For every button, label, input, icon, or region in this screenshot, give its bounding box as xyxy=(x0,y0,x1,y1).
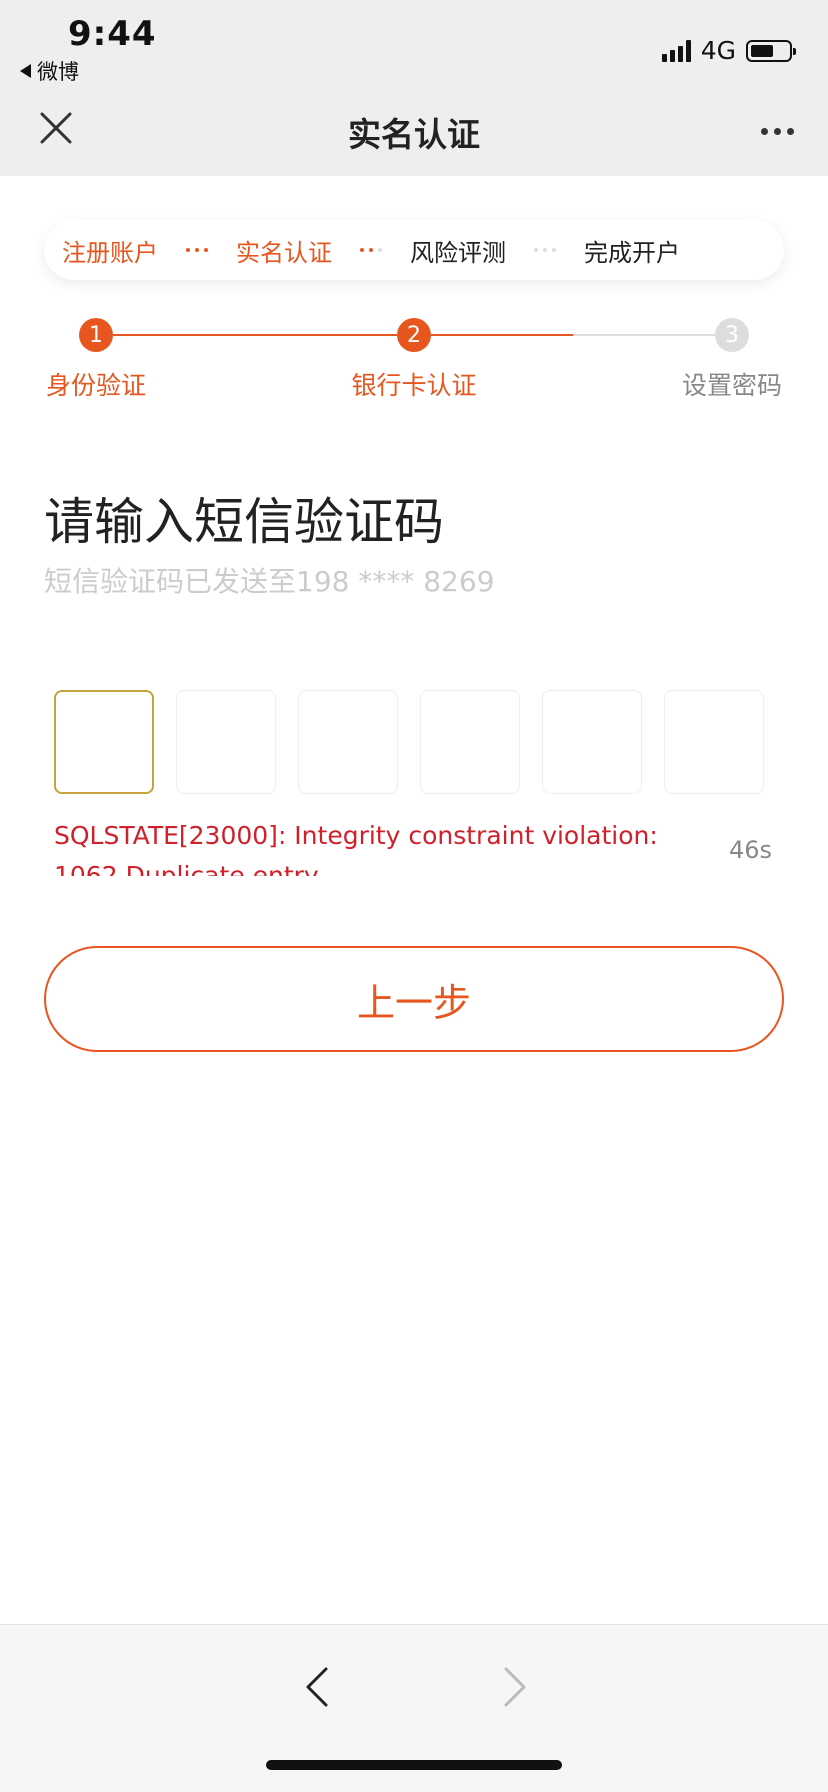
verification-progress: 1 身份验证 2 银行卡认证 3 设置密码 xyxy=(0,310,828,410)
status-indicators: 4G xyxy=(661,36,796,65)
code-digit-box[interactable] xyxy=(664,690,764,794)
code-digit-box[interactable] xyxy=(176,690,276,794)
stage-item: 注册账户 xyxy=(62,238,158,267)
page-heading: 请输入短信验证码 xyxy=(44,493,444,551)
sms-sent-subtitle: 短信验证码已发送至198 **** 8269 xyxy=(44,565,495,598)
browser-forward-button[interactable] xyxy=(496,1657,536,1717)
back-to-app-link[interactable]: 微博 xyxy=(20,56,79,86)
page-title: 实名认证 xyxy=(348,115,480,154)
step-number-badge: 2 xyxy=(397,318,431,352)
stage-separator-dots xyxy=(534,248,556,252)
step-label: 身份验证 xyxy=(45,371,146,400)
chevron-left-icon xyxy=(306,1667,328,1707)
network-label: 4G xyxy=(700,36,736,65)
browser-back-button[interactable] xyxy=(296,1657,336,1717)
previous-step-button[interactable]: 上一步 xyxy=(44,946,784,1052)
chevron-right-icon xyxy=(504,1667,526,1707)
step-number-badge: 1 xyxy=(79,318,113,352)
stage-separator-dots xyxy=(360,248,382,252)
account-stages-bar: 注册账户 实名认证 风险评测 完成开户 xyxy=(44,220,784,280)
code-digit-box[interactable] xyxy=(542,690,642,794)
back-app-label: 微博 xyxy=(37,60,79,84)
battery-icon xyxy=(746,39,796,62)
back-triangle-icon xyxy=(20,64,31,78)
step-label: 银行卡认证 xyxy=(351,371,477,400)
error-message: SQLSTATE[23000]: Integrity constraint vi… xyxy=(54,821,658,876)
code-digit-box[interactable] xyxy=(298,690,398,794)
step-number-badge: 3 xyxy=(715,318,749,352)
resend-countdown: 46s xyxy=(728,836,772,864)
more-button[interactable] xyxy=(761,128,794,135)
header-area: 9:44 微博 4G 实名认证 xyxy=(0,0,828,176)
progress-connector xyxy=(113,334,397,336)
progress-connector xyxy=(431,334,715,336)
code-digit-box[interactable] xyxy=(420,690,520,794)
code-digit-box[interactable] xyxy=(54,690,154,794)
stage-item: 实名认证 xyxy=(236,238,332,267)
sms-code-input[interactable] xyxy=(54,690,764,794)
stage-item: 完成开户 xyxy=(584,238,680,267)
stage-separator-dots xyxy=(186,248,208,252)
signal-icon xyxy=(661,39,691,62)
app-root: 9:44 微博 4G 实名认证 注册账户 实名认证 风险评测 完成开户 1 身份验证 2 银… xyxy=(0,0,828,1792)
stage-item: 风险评测 xyxy=(410,238,506,267)
more-icon xyxy=(761,128,768,135)
status-time: 9:44 xyxy=(68,14,157,54)
step-label: 设置密码 xyxy=(681,371,782,400)
home-indicator xyxy=(266,1760,562,1770)
